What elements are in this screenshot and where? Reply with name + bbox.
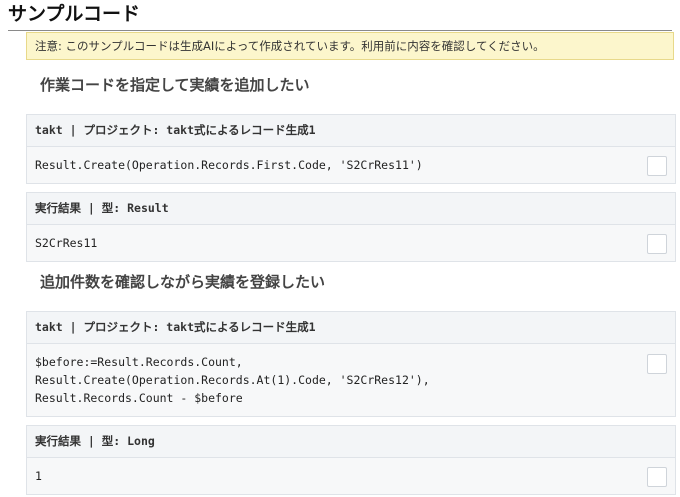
result-block-body: S2CrRes11 bbox=[27, 225, 675, 261]
code-line: $before:=Result.Records.Count, bbox=[35, 355, 243, 369]
code-block-body: $before:=Result.Records.Count, Result.Cr… bbox=[27, 344, 675, 416]
code-block-1: takt | プロジェクト: takt式によるレコード生成1 Result.Cr… bbox=[26, 114, 676, 184]
code-line: Result.Records.Count - $before bbox=[35, 391, 243, 405]
result-block-header: 実行結果 | 型: Result bbox=[27, 193, 675, 225]
code-line: Result.Create(Operation.Records.At(1).Co… bbox=[35, 373, 430, 387]
result-block-body: 1 bbox=[27, 458, 675, 494]
result-block-header: 実行結果 | 型: Long bbox=[27, 426, 675, 458]
copy-checkbox[interactable] bbox=[647, 156, 667, 176]
result-block-2: 実行結果 | 型: Long 1 bbox=[26, 425, 676, 495]
page-title: サンプルコード bbox=[8, 2, 672, 31]
code-block-2: takt | プロジェクト: takt式によるレコード生成1 $before:=… bbox=[26, 311, 676, 417]
copy-checkbox[interactable] bbox=[647, 467, 667, 487]
result-value: 1 bbox=[35, 469, 42, 483]
code-block-body: Result.Create(Operation.Records.First.Co… bbox=[27, 147, 675, 183]
result-value: S2CrRes11 bbox=[35, 236, 98, 250]
code-line: Result.Create(Operation.Records.First.Co… bbox=[35, 158, 423, 172]
code-block-header: takt | プロジェクト: takt式によるレコード生成1 bbox=[27, 312, 675, 344]
copy-checkbox[interactable] bbox=[647, 234, 667, 254]
section-heading-1: 作業コードを指定して実績を追加したい bbox=[40, 76, 310, 94]
ai-warning-notice: 注意: このサンプルコードは生成AIによって作成されています。利用前に内容を確認… bbox=[26, 32, 674, 60]
result-block-1: 実行結果 | 型: Result S2CrRes11 bbox=[26, 192, 676, 262]
code-block-header: takt | プロジェクト: takt式によるレコード生成1 bbox=[27, 115, 675, 147]
section-heading-2: 追加件数を確認しながら実績を登録したい bbox=[40, 273, 326, 291]
copy-checkbox[interactable] bbox=[647, 354, 667, 374]
